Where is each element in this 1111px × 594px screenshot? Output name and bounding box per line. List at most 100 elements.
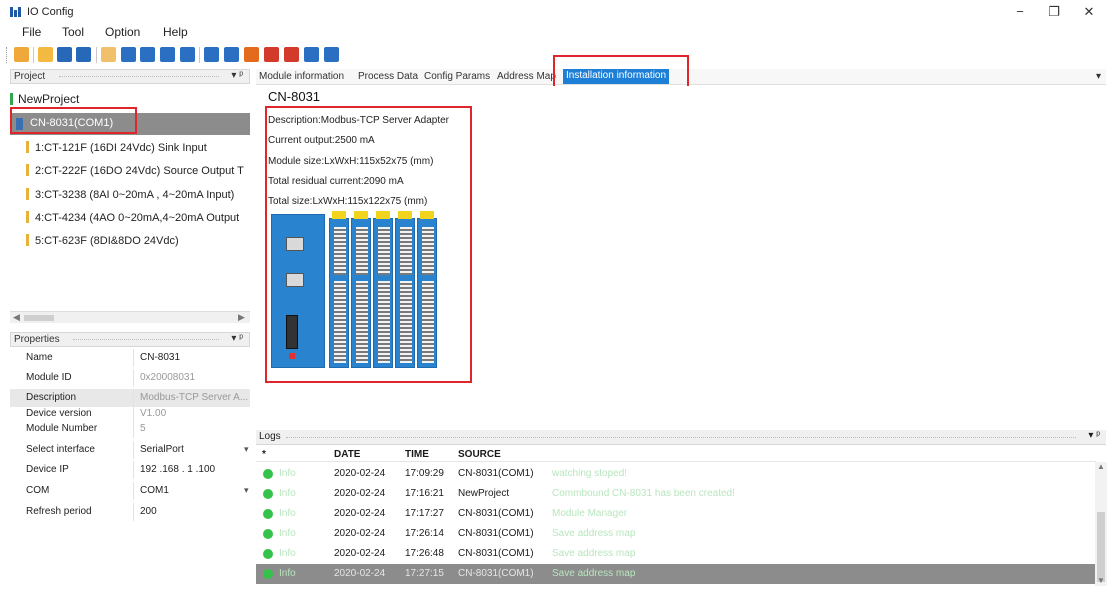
menu-file[interactable]: File bbox=[22, 25, 41, 39]
tree-item-label: 5:CT-623F (8DI&8DO 24Vdc) bbox=[35, 235, 179, 247]
module-icon bbox=[26, 141, 29, 153]
property-key: Name bbox=[26, 352, 53, 363]
tree-horizontal-scrollbar[interactable]: ◀ ▶ bbox=[10, 311, 250, 323]
toolbar-separator bbox=[199, 47, 200, 63]
log-message: Save address map bbox=[552, 528, 636, 539]
chevron-down-icon[interactable]: ▾ bbox=[244, 444, 249, 455]
scroll-up-icon[interactable]: ▲ bbox=[1097, 462, 1105, 471]
chevron-down-icon[interactable]: ▾ bbox=[244, 485, 249, 496]
log-date: 2020-02-24 bbox=[334, 508, 386, 519]
tab-address-map[interactable]: Address Map bbox=[497, 71, 556, 82]
log-row[interactable]: Info 2020-02-24 17:09:29 CN-8031(COM1) watch… bbox=[256, 464, 1096, 484]
tree-item-module-2[interactable]: 2:CT-222F (16DO 24Vdc) Source Output T bbox=[26, 164, 244, 177]
info-status-icon bbox=[263, 569, 273, 579]
window-icon[interactable] bbox=[324, 47, 339, 62]
log-source: CN-8031(COM1) bbox=[458, 568, 534, 579]
log-row-selected[interactable]: Info 2020-02-24 17:27:15 CN-8031(COM1) Save … bbox=[256, 564, 1096, 584]
tree-root-label: NewProject bbox=[18, 92, 80, 106]
logs-vertical-scrollbar[interactable]: ▲ ▼ bbox=[1095, 462, 1107, 586]
stop-icon[interactable] bbox=[160, 47, 175, 62]
toolbar-grip[interactable] bbox=[6, 47, 9, 63]
menu-tool[interactable]: Tool bbox=[62, 25, 84, 39]
highlight-box-content bbox=[265, 106, 472, 383]
menu-option[interactable]: Option bbox=[105, 25, 140, 39]
log-row[interactable]: Info 2020-02-24 17:17:27 CN-8031(COM1) Modul… bbox=[256, 504, 1096, 524]
monitor-icon[interactable] bbox=[224, 47, 239, 62]
property-row-module-number[interactable]: Module Number 5 bbox=[10, 420, 250, 438]
property-row-name[interactable]: Name CN-8031 bbox=[10, 349, 250, 367]
save-as-icon[interactable] bbox=[76, 47, 91, 62]
highlight-box-tab bbox=[553, 55, 689, 88]
property-row-module-id[interactable]: Module ID 0x20008031 bbox=[10, 369, 250, 387]
column-header-level[interactable]: * bbox=[262, 449, 266, 460]
highlight-box-tree bbox=[10, 107, 137, 134]
power-icon[interactable] bbox=[244, 47, 259, 62]
log-row[interactable]: Info 2020-02-24 17:26:14 CN-8031(COM1) Save … bbox=[256, 524, 1096, 544]
log-time: 17:26:48 bbox=[405, 548, 444, 559]
column-header-date[interactable]: DATE bbox=[334, 449, 360, 460]
tab-config-params[interactable]: Config Params bbox=[424, 71, 490, 82]
device-ip-field[interactable]: 192 .168 . 1 .100 bbox=[140, 464, 215, 475]
refresh-period-field[interactable]: 200 bbox=[140, 506, 157, 517]
pin-icon[interactable]: ▾ ᵖ bbox=[1088, 430, 1100, 441]
tree-item-module-5[interactable]: 5:CT-623F (8DI&8DO 24Vdc) bbox=[26, 234, 179, 247]
pin-icon[interactable]: ▾ ᵖ bbox=[231, 333, 243, 344]
property-row-device-ip[interactable]: Device IP 192 .168 . 1 .100 bbox=[10, 461, 250, 479]
scroll-right-icon[interactable]: ▶ bbox=[238, 312, 245, 323]
scroll-down-icon[interactable]: ▼ bbox=[1097, 576, 1105, 585]
property-value[interactable]: CN-8031 bbox=[140, 352, 180, 363]
settings-icon[interactable] bbox=[101, 47, 116, 62]
log-row[interactable]: Info 2020-02-24 17:26:48 CN-8031(COM1) Save … bbox=[256, 544, 1096, 564]
log-level: Info bbox=[279, 468, 296, 479]
tab-module-information[interactable]: Module information bbox=[259, 71, 344, 82]
log-level: Info bbox=[279, 548, 296, 559]
property-key: Device version bbox=[26, 408, 92, 419]
scroll-left-icon[interactable]: ◀ bbox=[13, 312, 20, 323]
tree-item-label: 1:CT-121F (16DI 24Vdc) Sink Input bbox=[35, 142, 207, 154]
property-key: Refresh period bbox=[26, 506, 92, 517]
download-icon[interactable] bbox=[140, 47, 155, 62]
property-key: Module ID bbox=[26, 372, 72, 383]
scrollbar-thumb[interactable] bbox=[24, 315, 54, 321]
app-icon bbox=[10, 7, 22, 17]
column-header-time[interactable]: TIME bbox=[405, 449, 429, 460]
layout-icon[interactable] bbox=[204, 47, 219, 62]
property-row-select-interface[interactable]: Select interface SerialPort ▾ bbox=[10, 441, 250, 459]
scrollbar-thumb[interactable] bbox=[1097, 512, 1105, 582]
com-select[interactable]: COM1 bbox=[140, 485, 169, 496]
tree-root-newproject[interactable]: NewProject bbox=[10, 92, 79, 106]
minimize-button[interactable]: − bbox=[1006, 3, 1034, 21]
open-folder-icon[interactable] bbox=[38, 47, 53, 62]
menu-help[interactable]: Help bbox=[163, 25, 188, 39]
column-divider bbox=[133, 482, 134, 500]
log-row[interactable]: Info 2020-02-24 17:16:21 NewProject Commboun… bbox=[256, 484, 1096, 504]
tree-item-label: 2:CT-222F (16DO 24Vdc) Source Output T bbox=[35, 165, 244, 177]
tree-item-module-3[interactable]: 3:CT-3238 (8AI 0~20mA , 4~20mA Input) bbox=[26, 188, 234, 201]
close-button[interactable]: ✕ bbox=[1075, 3, 1103, 21]
tree-item-module-1[interactable]: 1:CT-121F (16DI 24Vdc) Sink Input bbox=[26, 141, 207, 154]
module-icon bbox=[26, 234, 29, 246]
wizard-icon[interactable] bbox=[14, 47, 29, 62]
project-icon bbox=[10, 93, 16, 105]
interface-select[interactable]: SerialPort bbox=[140, 444, 184, 455]
header-grip bbox=[286, 437, 1076, 438]
property-row-com[interactable]: COM COM1 ▾ bbox=[10, 482, 250, 500]
tabs-overflow-icon[interactable]: ▾ bbox=[1096, 71, 1101, 82]
save-icon[interactable] bbox=[57, 47, 72, 62]
property-key: Device IP bbox=[26, 464, 69, 475]
export-icon[interactable] bbox=[264, 47, 279, 62]
log-time: 17:26:14 bbox=[405, 528, 444, 539]
play-icon[interactable] bbox=[180, 47, 195, 62]
log-level: Info bbox=[279, 488, 296, 499]
search-icon[interactable] bbox=[121, 47, 136, 62]
log-date: 2020-02-24 bbox=[334, 488, 386, 499]
tree-item-module-4[interactable]: 4:CT-4234 (4AO 0~20mA,4~20mA Output bbox=[26, 211, 239, 224]
maximize-button[interactable]: ❐ bbox=[1040, 3, 1068, 21]
logs-pane-title: Logs bbox=[259, 431, 281, 442]
column-header-source[interactable]: SOURCE bbox=[458, 449, 501, 460]
tab-process-data[interactable]: Process Data bbox=[358, 71, 418, 82]
comment-icon[interactable] bbox=[304, 47, 319, 62]
property-row-refresh-period[interactable]: Refresh period 200 bbox=[10, 503, 250, 521]
pin-icon[interactable]: ▾ ᵖ bbox=[231, 70, 243, 81]
delete-icon[interactable] bbox=[284, 47, 299, 62]
